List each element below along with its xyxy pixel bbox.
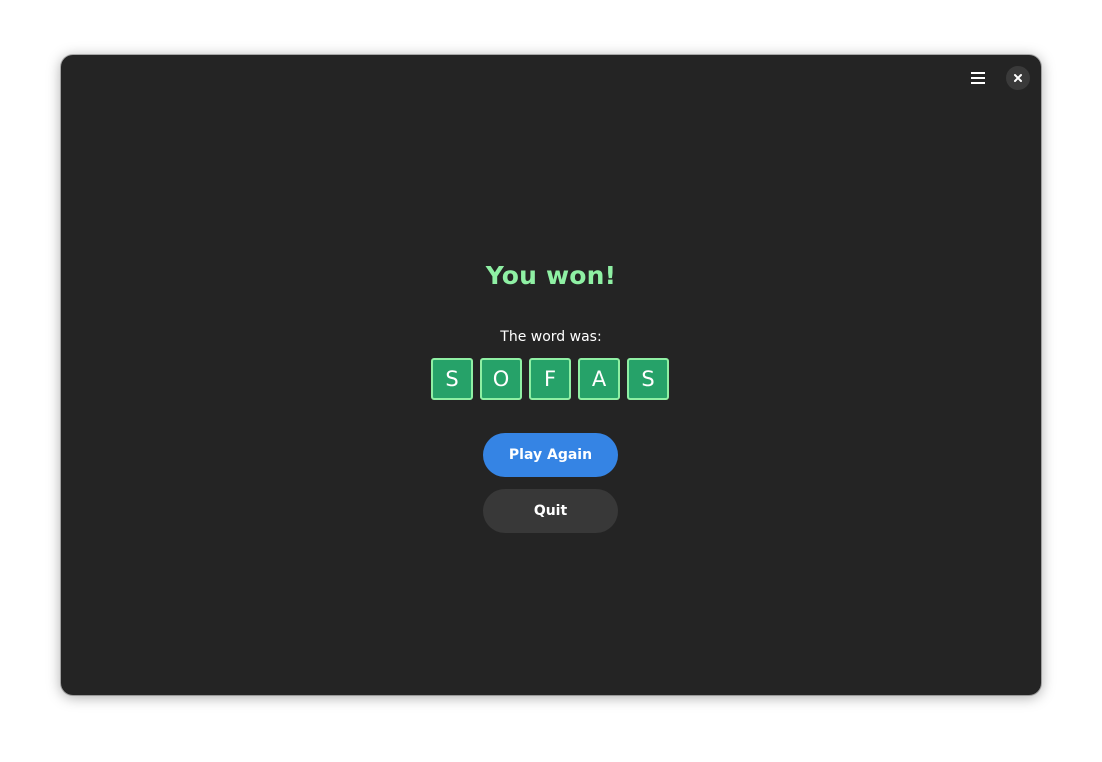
letter-tile: S [627,358,669,400]
letter-tile: S [431,358,473,400]
letter-tile: F [529,358,571,400]
word-label: The word was: [500,329,602,345]
word-tiles: S O F A S [431,358,669,400]
app-window: You won! The word was: S O F A S Play Ag… [61,55,1041,695]
play-again-button[interactable]: Play Again [483,433,618,477]
quit-button[interactable]: Quit [483,489,618,533]
result-title: You won! [485,261,617,290]
letter-tile: O [480,358,522,400]
result-panel: You won! The word was: S O F A S Play Ag… [61,55,1041,695]
letter-tile: A [578,358,620,400]
